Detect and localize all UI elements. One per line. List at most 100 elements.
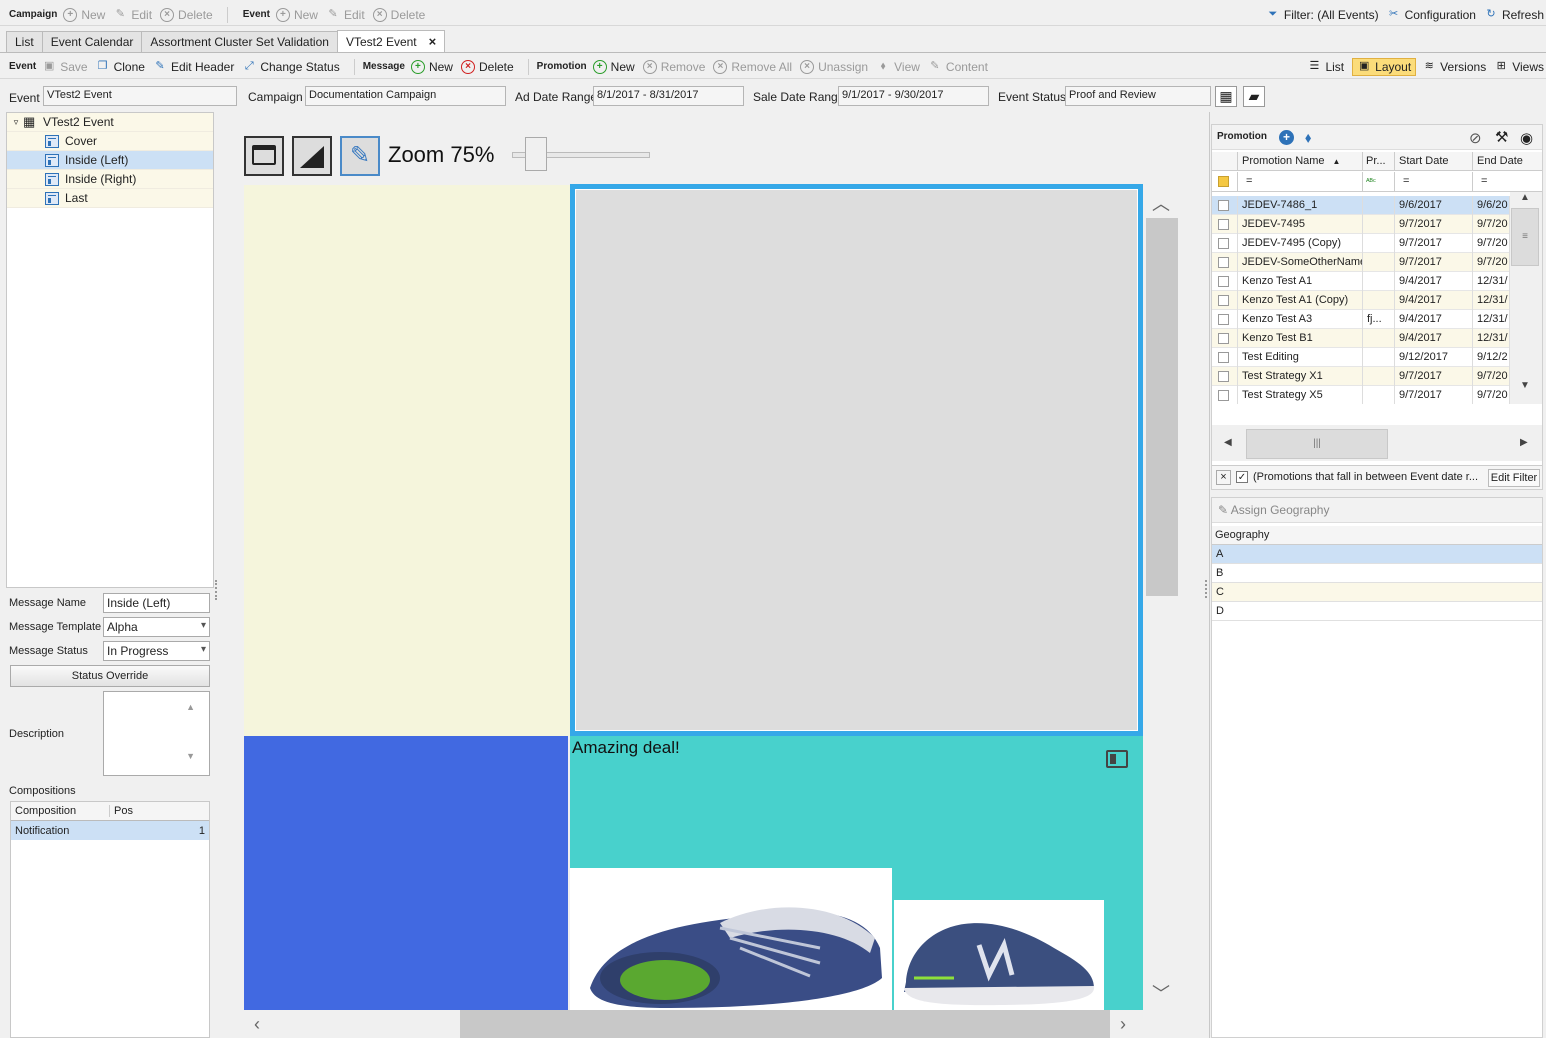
name-filter-cell[interactable]: = xyxy=(1238,172,1363,191)
selected-image-block[interactable] xyxy=(570,184,1143,736)
block-icon[interactable]: ⊘ xyxy=(1469,129,1482,147)
end-date-col-header[interactable]: End Date xyxy=(1473,152,1542,170)
refresh-button[interactable]: ↻ Refresh xyxy=(1484,8,1544,22)
row-checkbox[interactable] xyxy=(1218,351,1229,363)
cream-block[interactable] xyxy=(244,185,570,736)
collapse-icon[interactable]: ▿ xyxy=(9,117,23,128)
window-tool-icon[interactable] xyxy=(244,136,284,176)
start-date-col-header[interactable]: Start Date xyxy=(1395,152,1473,170)
table-row[interactable]: Kenzo Test A1 (Copy) 9/4/2017 12/31/ xyxy=(1212,290,1510,310)
splitter-handle[interactable] xyxy=(215,580,218,600)
campaign-delete-button[interactable]: × Delete xyxy=(160,7,213,22)
tab-vtest2-event[interactable]: VTest2 Event × xyxy=(336,30,446,52)
add-promotion-icon[interactable]: + xyxy=(1279,130,1294,145)
tab-assortment-cluster[interactable]: Assortment Cluster Set Validation xyxy=(141,31,338,52)
scroll-down-icon[interactable]: ▼ xyxy=(1520,380,1530,391)
end-filter-cell[interactable]: = xyxy=(1473,172,1542,191)
row-checkbox[interactable] xyxy=(1218,237,1229,249)
description-textarea[interactable]: ▲ ▼ xyxy=(103,691,210,776)
change-status-button[interactable]: ⤢ Change Status xyxy=(242,60,340,74)
scroll-left-icon[interactable]: ‹ xyxy=(254,1014,260,1035)
table-row[interactable]: JEDEV-SomeOtherName 9/7/2017 9/7/20 xyxy=(1212,252,1510,272)
horizontal-scrollbar-thumb[interactable] xyxy=(460,1010,1110,1038)
stop-icon[interactable]: ◉ xyxy=(1520,129,1533,147)
composition-icon[interactable] xyxy=(1106,750,1128,768)
table-row[interactable]: Notification 1 xyxy=(11,821,209,840)
row-checkbox[interactable] xyxy=(1218,313,1229,325)
table-row[interactable]: JEDEV-7486_1 9/6/2017 9/6/20 xyxy=(1212,196,1510,215)
ruler-tool-icon[interactable] xyxy=(292,136,332,176)
composition-col-header[interactable]: Composition xyxy=(11,805,110,817)
geography-row-b[interactable]: B xyxy=(1212,564,1542,583)
scroll-right-icon[interactable]: ▶ xyxy=(1520,437,1528,448)
message-name-field[interactable]: Inside (Left) xyxy=(103,593,210,613)
shoe-image-left[interactable] xyxy=(570,868,892,1010)
event-new-button[interactable]: + New xyxy=(275,7,318,22)
table-row[interactable]: Kenzo Test A3 fj... 9/4/2017 12/31/ xyxy=(1212,309,1510,329)
tree-item-cover[interactable]: Cover xyxy=(7,132,213,151)
versions-button[interactable]: ≋ Versions xyxy=(1422,60,1487,74)
horizontal-scrollbar-thumb[interactable]: ||| xyxy=(1246,429,1388,459)
table-row[interactable]: Kenzo Test B1 9/4/2017 12/31/ xyxy=(1212,328,1510,348)
content-button[interactable]: ✎ Content xyxy=(928,60,988,74)
configuration-button[interactable]: ✂ Configuration xyxy=(1387,8,1476,22)
tab-event-calendar[interactable]: Event Calendar xyxy=(41,31,143,52)
table-row[interactable]: JEDEV-7495 9/7/2017 9/7/20 xyxy=(1212,214,1510,234)
zoom-slider-thumb[interactable] xyxy=(525,137,547,171)
table-row[interactable]: Test Editing 9/12/2017 9/12/2 xyxy=(1212,347,1510,367)
event-edit-button[interactable]: ✎ Edit xyxy=(326,8,364,22)
status-override-button[interactable]: Status Override xyxy=(10,665,210,687)
remove-all-button[interactable]: × Remove All xyxy=(713,59,792,74)
geography-row-d[interactable]: D xyxy=(1212,602,1542,621)
row-checkbox[interactable] xyxy=(1218,370,1229,382)
filter-button[interactable]: ⏷ Filter: (All Events) xyxy=(1266,8,1378,22)
geography-col-header[interactable]: Geography xyxy=(1212,526,1542,545)
clone-button[interactable]: ❐ Clone xyxy=(96,60,145,74)
text-filter-icon[interactable]: ᴬᴮᶜ xyxy=(1363,172,1395,191)
campaign-edit-button[interactable]: ✎ Edit xyxy=(113,8,152,22)
splitter-handle[interactable] xyxy=(1205,580,1208,598)
remove-button[interactable]: × Remove xyxy=(642,59,705,74)
hammer-icon[interactable]: ⚒ xyxy=(1495,128,1508,146)
tree-item-inside-right[interactable]: Inside (Right) xyxy=(7,170,213,189)
ad-date-field[interactable]: 8/1/2017 - 8/31/2017 xyxy=(593,86,744,106)
geography-row-a[interactable]: A xyxy=(1212,545,1542,564)
tree-item-inside-left[interactable]: Inside (Left) xyxy=(7,151,213,170)
campaign-new-button[interactable]: + New xyxy=(63,7,105,22)
start-filter-cell[interactable]: = xyxy=(1395,172,1473,191)
row-checkbox[interactable] xyxy=(1218,294,1229,306)
filter-row-icon[interactable] xyxy=(1212,172,1238,191)
promotion-name-col-header[interactable]: Promotion Name ▲ xyxy=(1238,152,1363,170)
promotion-new-button[interactable]: + New xyxy=(592,59,635,74)
event-status-field[interactable]: Proof and Review xyxy=(1065,86,1211,106)
edit-filter-button[interactable]: Edit Filter xyxy=(1488,469,1540,487)
row-checkbox[interactable] xyxy=(1218,332,1229,344)
row-checkbox[interactable] xyxy=(1218,218,1229,230)
row-checkbox[interactable] xyxy=(1218,256,1229,268)
pr-col-header[interactable]: Pr... xyxy=(1363,152,1395,170)
filter-checkbox[interactable]: ✓ xyxy=(1236,471,1248,483)
save-button[interactable]: ▣ Save xyxy=(42,60,88,74)
unassign-button[interactable]: × Unassign xyxy=(800,59,868,74)
tree-root[interactable]: ▿ ▦ VTest2 Event xyxy=(7,113,213,132)
event-field[interactable]: VTest2 Event xyxy=(43,86,237,106)
tag-icon[interactable]: ⬧ xyxy=(1305,129,1311,146)
campaign-field[interactable]: Documentation Campaign xyxy=(305,86,506,106)
table-row[interactable]: Kenzo Test A1 9/4/2017 12/31/ xyxy=(1212,271,1510,291)
views-button[interactable]: ⊞ Views xyxy=(1494,60,1544,74)
row-checkbox[interactable] xyxy=(1218,275,1229,287)
message-template-select[interactable]: Alpha xyxy=(103,617,210,637)
table-row[interactable]: JEDEV-7495 (Copy) 9/7/2017 9/7/20 xyxy=(1212,233,1510,253)
blue-block[interactable] xyxy=(244,736,568,1010)
scroll-up-icon[interactable]: ▲ xyxy=(186,702,195,712)
row-checkbox[interactable] xyxy=(1218,389,1229,401)
edit-header-button[interactable]: ✎ Edit Header xyxy=(153,60,234,74)
close-icon[interactable]: × xyxy=(429,34,437,49)
table-row[interactable]: Test Strategy X1 9/7/2017 9/7/20 xyxy=(1212,366,1510,386)
assign-geography-button[interactable]: ✎ Assign Geography xyxy=(1212,498,1542,523)
scroll-up-icon[interactable]: ▲ xyxy=(1520,192,1530,203)
vertical-scrollbar-thumb[interactable] xyxy=(1146,218,1178,596)
pencil-tool-icon[interactable]: ✎ xyxy=(340,136,380,176)
table-row[interactable]: Test Strategy X5 9/7/2017 9/7/20 xyxy=(1212,385,1510,404)
comment-icon[interactable]: ▰ xyxy=(1243,86,1265,107)
